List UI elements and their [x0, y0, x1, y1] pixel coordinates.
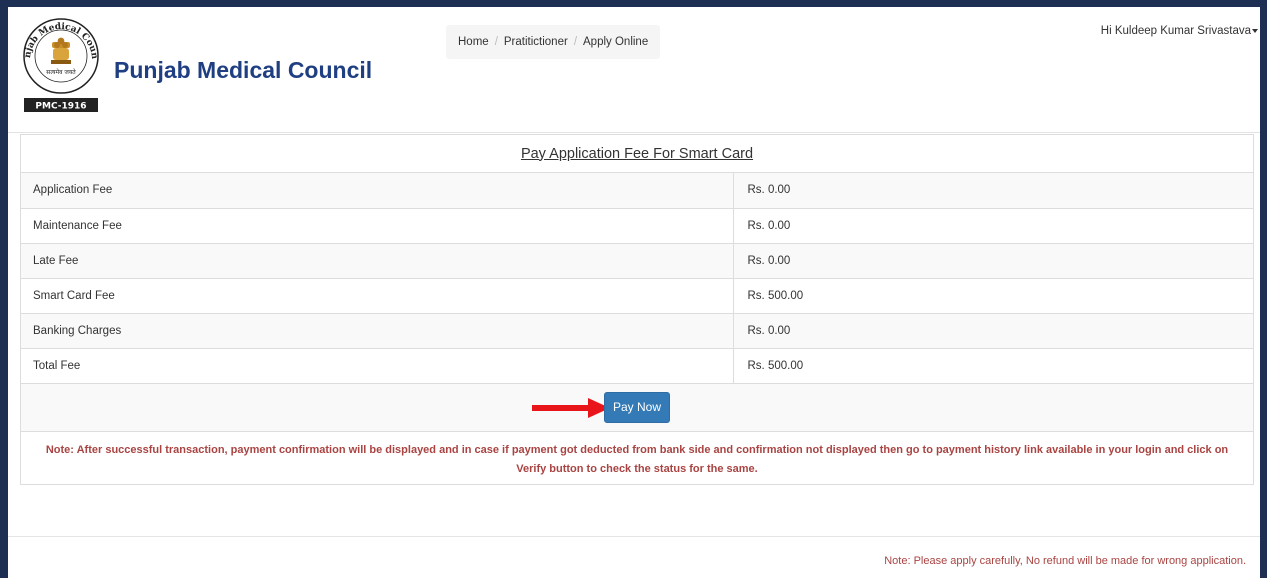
pay-row: Pay Now: [21, 383, 1253, 432]
footer-note: Note: Please apply carefully, No refund …: [884, 555, 1246, 567]
breadcrumb-home[interactable]: Home: [458, 36, 489, 48]
svg-text:PMC-1916: PMC-1916: [35, 102, 86, 112]
footer-divider: [8, 536, 1260, 537]
panel-title: Pay Application Fee For Smart Card: [21, 135, 1253, 173]
brand-name[interactable]: Punjab Medical Council: [114, 57, 372, 84]
fee-label: Maintenance Fee: [21, 208, 733, 244]
fee-label: Application Fee: [21, 173, 733, 209]
table-row: Smart Card Fee Rs. 500.00: [21, 278, 1253, 314]
fee-amount: Rs. 0.00: [732, 243, 1253, 279]
council-seal-logo: Punjab Medical Council सत्यमेव जयते PMC-…: [22, 14, 99, 112]
pay-now-button[interactable]: Pay Now: [604, 391, 670, 423]
fee-label: Total Fee: [21, 348, 733, 384]
table-row: Total Fee Rs. 500.00: [21, 348, 1253, 384]
fee-table: Application Fee Rs. 0.00 Maintenance Fee…: [21, 173, 1253, 384]
breadcrumb-practitioner[interactable]: Pratitictioner: [504, 36, 568, 48]
svg-text:सत्यमेव जयते: सत्यमेव जयते: [46, 68, 76, 76]
user-menu[interactable]: Hi Kuldeep Kumar Srivastava: [1101, 25, 1258, 37]
fee-amount: Rs. 500.00: [732, 278, 1253, 314]
table-row: Maintenance Fee Rs. 0.00: [21, 208, 1253, 244]
fee-amount: Rs. 500.00: [732, 348, 1253, 384]
fee-label: Banking Charges: [21, 313, 733, 349]
caret-down-icon[interactable]: [1252, 28, 1258, 33]
fee-amount: Rs. 0.00: [732, 173, 1253, 209]
site-header: Punjab Medical Council सत्यमेव जयते PMC-…: [8, 7, 1260, 133]
table-row: Banking Charges Rs. 0.00: [21, 313, 1253, 349]
breadcrumb-separator: /: [494, 36, 498, 48]
fee-label: Late Fee: [21, 243, 733, 279]
breadcrumb: Home / Pratitictioner / Apply Online: [446, 25, 661, 59]
fee-label: Smart Card Fee: [21, 278, 733, 314]
table-row: Late Fee Rs. 0.00: [21, 243, 1253, 279]
fee-amount: Rs. 0.00: [732, 208, 1253, 244]
fee-panel: Pay Application Fee For Smart Card Appli…: [20, 134, 1254, 485]
page-frame: Punjab Medical Council सत्यमेव जयते PMC-…: [8, 7, 1260, 578]
user-greeting[interactable]: Hi Kuldeep Kumar Srivastava: [1101, 25, 1251, 37]
payment-note: Note: After successful transaction, paym…: [45, 443, 1229, 475]
breadcrumb-separator: /: [573, 36, 578, 48]
table-row: Application Fee Rs. 0.00: [21, 173, 1253, 209]
fee-amount: Rs. 0.00: [732, 313, 1253, 349]
breadcrumb-current: Apply Online: [583, 36, 649, 48]
right-arrow-icon: [532, 397, 610, 418]
